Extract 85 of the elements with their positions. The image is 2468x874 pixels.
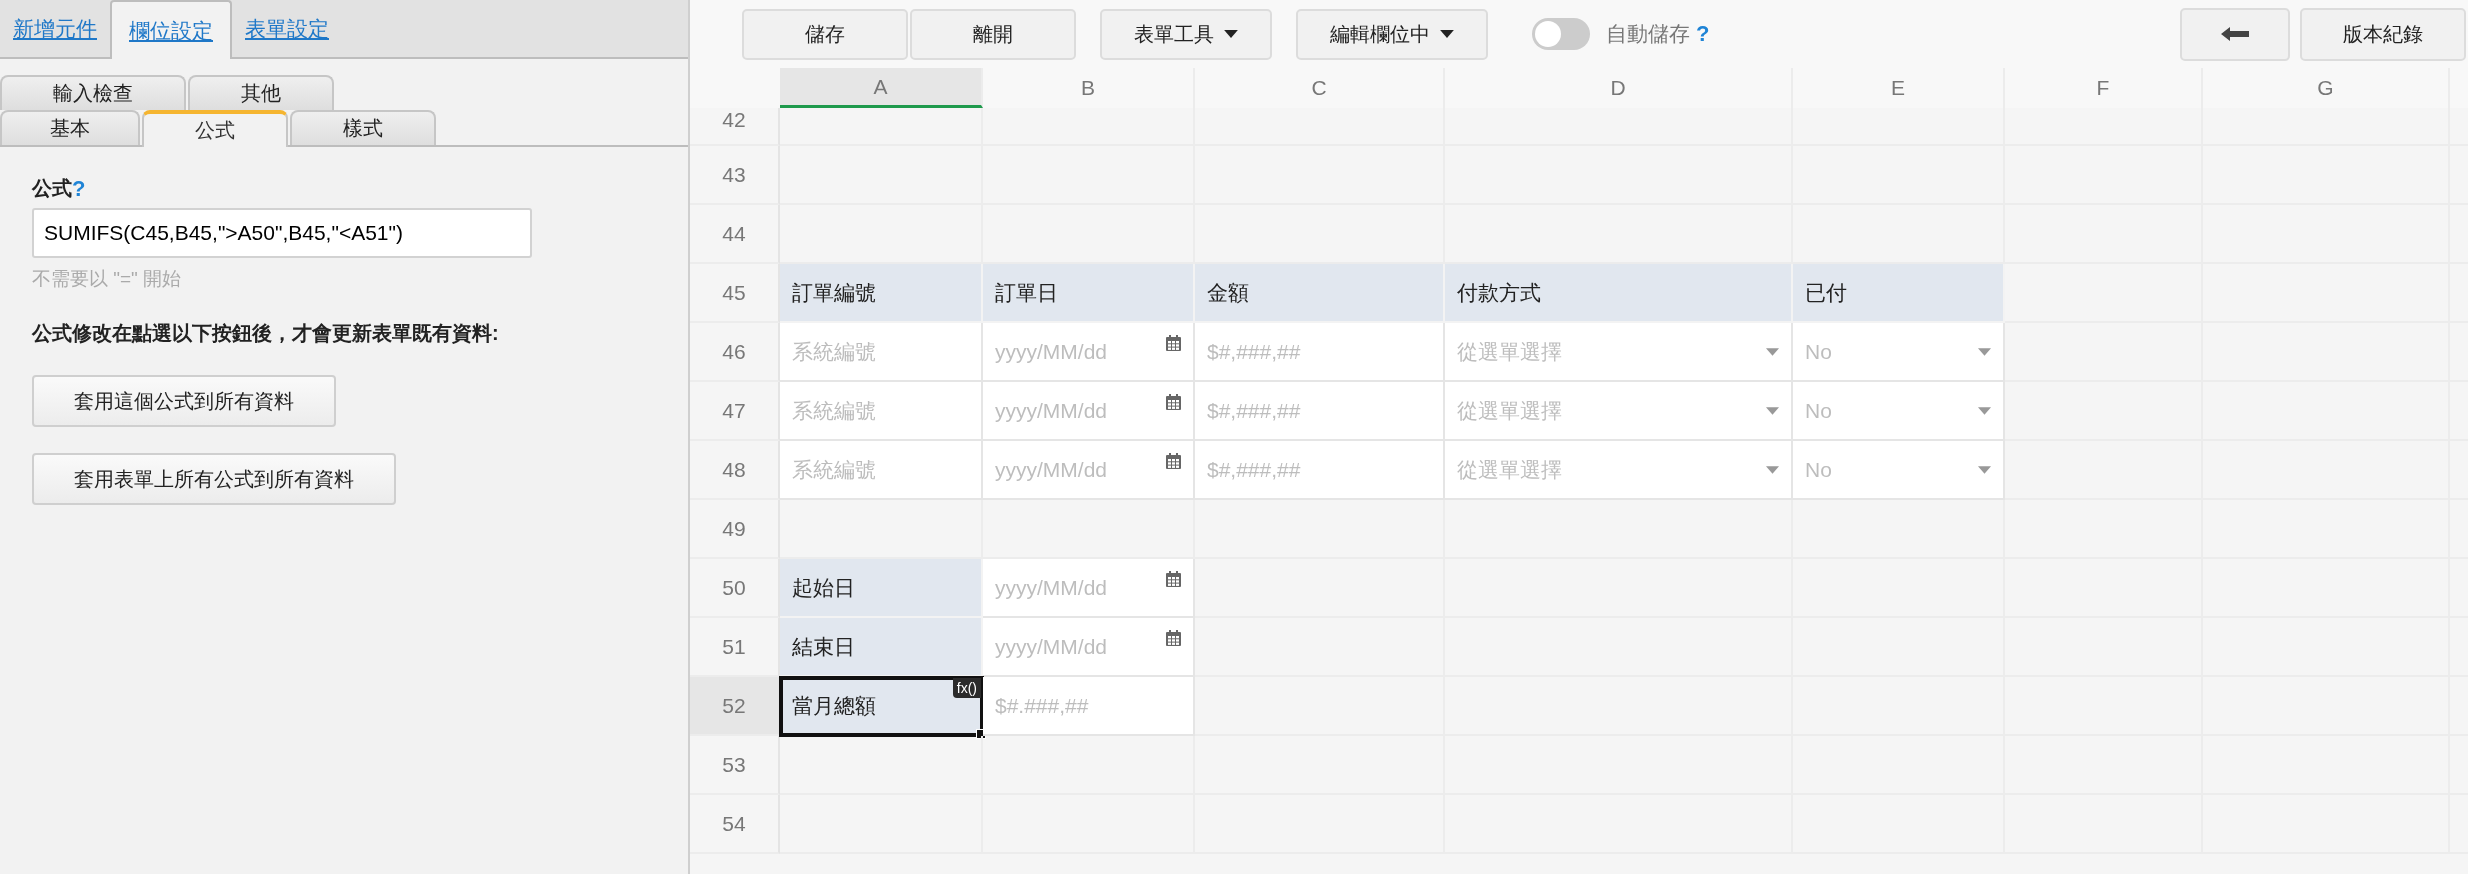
placeholder-text: 從選單選擇 <box>1457 456 1562 483</box>
placeholder-text: No <box>1805 339 1832 364</box>
row-number[interactable]: 52 <box>690 677 780 736</box>
sub-tab[interactable]: 輸入檢查 <box>0 75 186 110</box>
calendar-icon[interactable] <box>1166 571 1181 587</box>
sub-tab[interactable]: 樣式 <box>290 110 436 145</box>
field-label: 公式 <box>32 176 72 201</box>
caret-icon <box>1766 406 1779 415</box>
placeholder-text: yyyy/MM/dd <box>995 634 1107 659</box>
calendar-icon[interactable] <box>1166 630 1181 646</box>
placeholder-text: No <box>1805 398 1832 423</box>
cell-text: 已付 <box>1805 279 1847 306</box>
history-button[interactable]: 版本紀錄 <box>2300 7 2466 61</box>
left-arrow-icon <box>2221 27 2249 41</box>
formula-input[interactable]: SUMIFS(C45,B45,">A50",B45,"<A51") <box>32 208 532 258</box>
placeholder-text: No <box>1805 457 1832 482</box>
row-number[interactable]: 42 <box>690 108 780 146</box>
panel-tab[interactable]: 欄位設定 <box>110 0 232 59</box>
calendar-icon[interactable] <box>1166 335 1181 351</box>
placeholder-text: 從選單選擇 <box>1457 338 1562 365</box>
toolbar-button[interactable]: 離開 <box>910 8 1076 60</box>
caret-icon <box>1766 347 1779 356</box>
placeholder-text: yyyy/MM/dd <box>995 575 1107 600</box>
label-cell[interactable]: 訂單日 <box>983 264 1195 323</box>
cell-text: 結束日 <box>792 633 855 660</box>
caret-icon <box>1978 406 1991 415</box>
calendar-icon[interactable] <box>1166 453 1181 469</box>
label-cell[interactable]: 當月總額 fx() <box>780 677 983 736</box>
row-number[interactable]: 53 <box>690 736 780 795</box>
placeholder-text: yyyy/MM/dd <box>995 339 1107 364</box>
sub-tab[interactable]: 基本 <box>0 110 140 145</box>
toolbar-button[interactable]: 儲存 <box>742 8 908 60</box>
note-text: 公式修改在點選以下按鈕後，才會更新表單既有資料: <box>32 321 499 346</box>
label-cell[interactable]: 金額 <box>1195 264 1445 323</box>
placeholder-text: 系統編號 <box>792 456 876 483</box>
row-number[interactable]: 54 <box>690 795 780 854</box>
label-cell[interactable]: 付款方式 <box>1445 264 1793 323</box>
formula-badge: fx() <box>952 678 981 698</box>
sub-tab[interactable]: 其他 <box>188 75 334 110</box>
placeholder-text: $#,###,## <box>1207 457 1301 482</box>
sub-tab[interactable]: 公式 <box>142 110 288 147</box>
cell-text: 金額 <box>1207 279 1249 306</box>
cell-text: 當月總額 <box>792 692 876 719</box>
back-button[interactable] <box>2180 7 2290 61</box>
cell-text: 付款方式 <box>1457 279 1541 306</box>
dropdown-button[interactable]: 表單工具 <box>1100 8 1272 60</box>
placeholder-text: $#.###,## <box>995 693 1089 718</box>
row-number[interactable]: 49 <box>690 500 780 559</box>
empty-cell[interactable] <box>983 736 1195 795</box>
row-number[interactable]: 43 <box>690 146 780 205</box>
placeholder-text: $#,###,## <box>1207 398 1301 423</box>
cell-text: 訂單日 <box>995 279 1058 306</box>
column-header[interactable]: A <box>780 68 983 108</box>
empty-cell[interactable] <box>780 736 983 795</box>
cell-text: 訂單編號 <box>792 279 876 306</box>
placeholder-text: 從選單選擇 <box>1457 397 1562 424</box>
placeholder-text: $#,###,## <box>1207 339 1301 364</box>
label-cell[interactable]: 結束日 <box>780 618 983 677</box>
empty-cell[interactable] <box>780 108 983 146</box>
toggle-label: 自動儲存 <box>1606 21 1690 47</box>
panel-tab[interactable]: 表單設定 <box>232 1 342 57</box>
dropdown-button[interactable]: 編輯欄位中 <box>1296 8 1488 60</box>
placeholder-text: yyyy/MM/dd <box>995 398 1107 423</box>
row-number[interactable]: 44 <box>690 205 780 264</box>
caret-icon <box>1440 30 1454 38</box>
label-cell[interactable]: 起始日 <box>780 559 983 618</box>
caret-icon <box>1978 347 1991 356</box>
calendar-icon[interactable] <box>1166 394 1181 410</box>
label-cell[interactable]: 訂單編號 <box>780 264 983 323</box>
help-link[interactable]: ? <box>1696 21 1710 47</box>
placeholder-text: 系統編號 <box>792 338 876 365</box>
panel-tab[interactable]: 新增元件 <box>0 1 110 57</box>
caret-icon <box>1978 465 1991 474</box>
label-cell[interactable]: 已付 <box>1793 264 2005 323</box>
cell-text: 起始日 <box>792 574 855 601</box>
toggle-switch[interactable] <box>1532 18 1590 50</box>
caret-icon <box>1224 30 1238 38</box>
caret-icon <box>1766 465 1779 474</box>
placeholder-text: yyyy/MM/dd <box>995 457 1107 482</box>
help-link[interactable]: ? <box>72 175 86 202</box>
placeholder-text: 系統編號 <box>792 397 876 424</box>
apply-button[interactable]: 套用表單上所有公式到所有資料 <box>32 453 396 505</box>
apply-button[interactable]: 套用這個公式到所有資料 <box>32 375 336 427</box>
empty-cell[interactable] <box>983 108 1195 146</box>
hint-text: 不需要以 "=" 開始 <box>32 267 182 291</box>
